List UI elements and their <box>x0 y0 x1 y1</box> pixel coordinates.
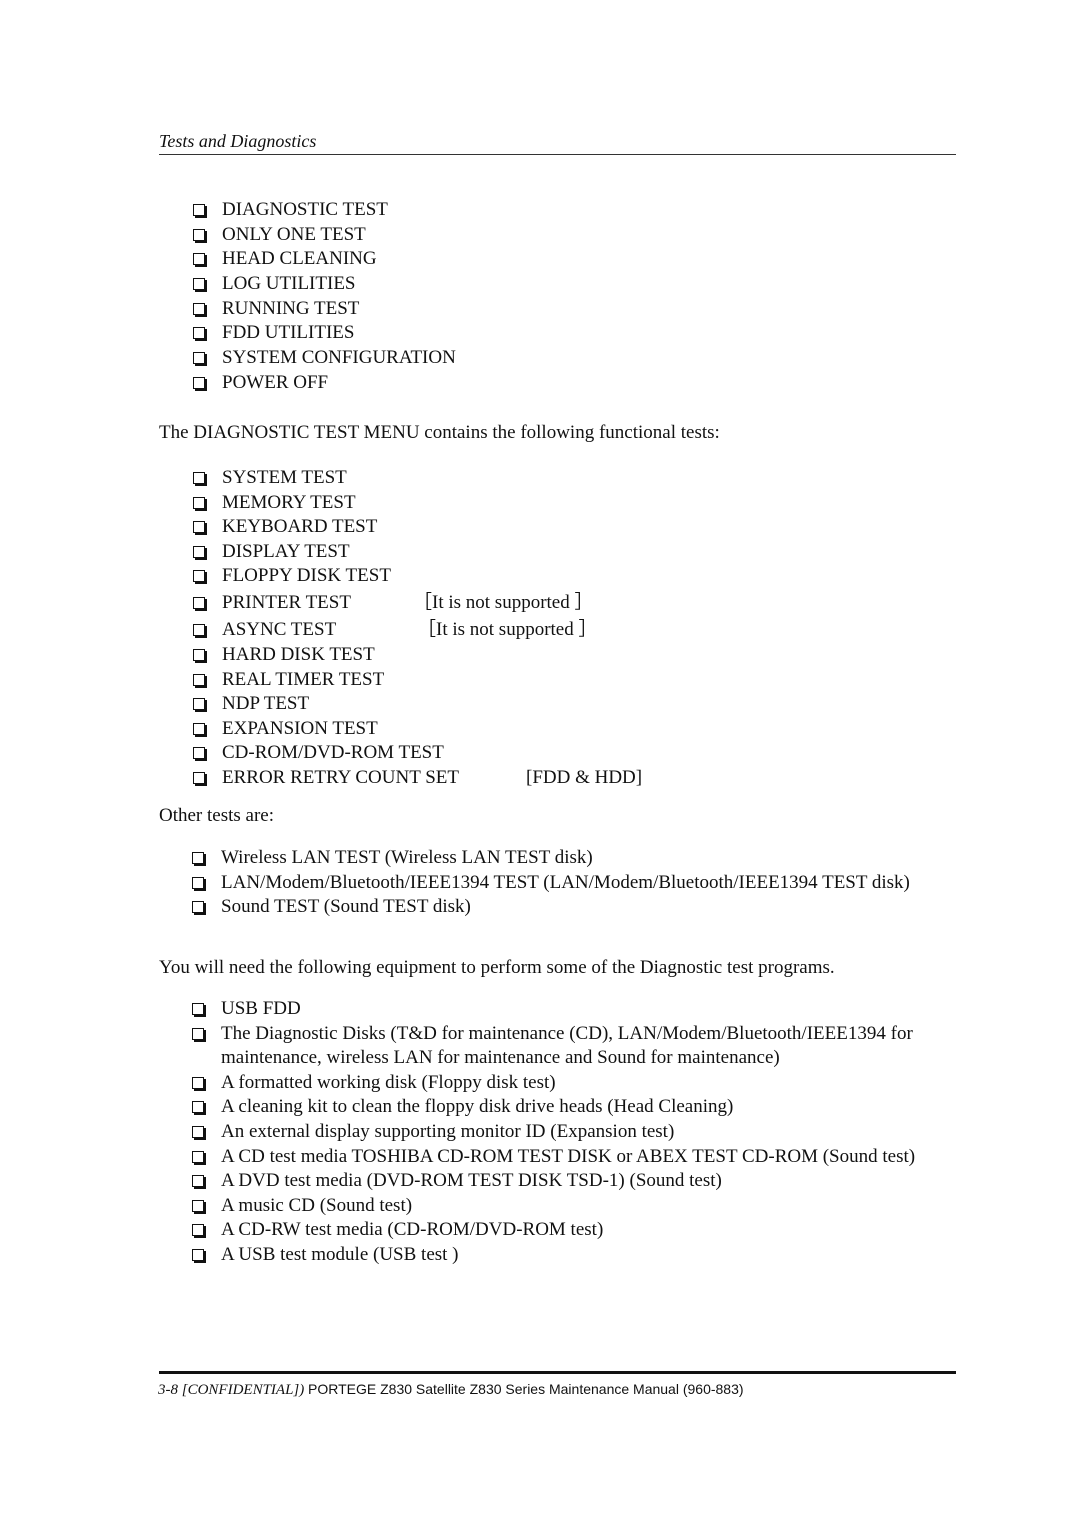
list-item: A USB test module (USB test ) <box>192 1243 937 1268</box>
checkbox-square-icon <box>192 1248 204 1261</box>
checkbox-square-icon <box>193 352 205 365</box>
list-item: A formatted working disk (Floppy disk te… <box>192 1071 937 1096</box>
list-item: A music CD (Sound test) <box>192 1194 937 1219</box>
checkbox-square-icon <box>192 1027 204 1040</box>
list-item: SYSTEM TEST <box>193 466 893 491</box>
checkbox-square-icon <box>193 253 205 266</box>
list-item: FDD UTILITIES <box>193 321 456 346</box>
list-item: DIAGNOSTIC TEST <box>193 198 456 223</box>
not-supported-note: ［It is not supported ］ <box>413 591 594 613</box>
checkbox-square-icon <box>192 1076 204 1089</box>
list-item: A DVD test media (DVD-ROM TEST DISK TSD-… <box>192 1169 937 1194</box>
checkbox-square-icon <box>192 1125 204 1138</box>
checkbox-square-icon <box>192 1150 204 1163</box>
checkbox-square-icon <box>192 901 204 914</box>
checkbox-square-icon <box>193 302 205 315</box>
list-item: EXPANSION TEST <box>193 717 893 742</box>
list-item: Sound TEST (Sound TEST disk) <box>192 895 952 920</box>
list-item: REAL TIMER TEST <box>193 668 893 693</box>
checkbox-square-icon <box>193 747 205 760</box>
checkbox-square-icon <box>193 596 205 609</box>
checkbox-square-icon <box>192 1003 204 1015</box>
list-item: The Diagnostic Disks (T&D for maintenanc… <box>192 1022 937 1071</box>
list-item: ONLY ONE TEST <box>193 223 456 248</box>
other-tests-list: Wireless LAN TEST (Wireless LAN TEST dis… <box>192 846 952 920</box>
intro-paragraph: The DIAGNOSTIC TEST MENU contains the fo… <box>159 422 720 443</box>
list-item: PRINTER TEST ［It is not supported ］ <box>193 589 893 616</box>
checkbox-square-icon <box>193 570 205 583</box>
list-item: A cleaning kit to clean the floppy disk … <box>192 1095 937 1120</box>
list-item: Wireless LAN TEST (Wireless LAN TEST dis… <box>192 846 952 871</box>
footer-rule <box>159 1371 956 1374</box>
list-item: RUNNING TEST <box>193 297 456 322</box>
list-item: POWER OFF <box>193 371 456 396</box>
list-item: KEYBOARD TEST <box>193 515 893 540</box>
checkbox-square-icon <box>193 698 205 711</box>
checkbox-square-icon <box>193 496 205 509</box>
checkbox-square-icon <box>193 545 205 558</box>
checkbox-square-icon <box>192 876 204 889</box>
checkbox-square-icon <box>192 1199 204 1212</box>
list-item: LOG UTILITIES <box>193 272 456 297</box>
checkbox-square-icon <box>193 673 205 686</box>
page-number: 3-8 [CONFIDENTIAL]) <box>158 1382 305 1398</box>
list-item: MEMORY TEST <box>193 491 893 516</box>
checkbox-square-icon <box>193 623 205 636</box>
list-item: A CD test media TOSHIBA CD-ROM TEST DISK… <box>192 1145 937 1170</box>
checkbox-square-icon <box>192 1175 204 1188</box>
list-item: FLOPPY DISK TEST <box>193 564 893 589</box>
checkbox-square-icon <box>193 228 205 241</box>
checkbox-square-icon <box>193 376 205 389</box>
list-item: NDP TEST <box>193 692 893 717</box>
manual-title: PORTEGE Z830 Satellite Z830 Series Maint… <box>308 1381 744 1397</box>
checkbox-square-icon <box>193 204 205 216</box>
equipment-list: USB FDD The Diagnostic Disks (T&D for ma… <box>192 997 937 1268</box>
checkbox-square-icon <box>193 472 205 484</box>
not-supported-note: ［It is not supported ］ <box>417 618 598 640</box>
checkbox-square-icon <box>193 278 205 291</box>
list-item: SYSTEM CONFIGURATION <box>193 346 456 371</box>
functional-tests-list: SYSTEM TEST MEMORY TEST KEYBOARD TEST DI… <box>193 466 893 791</box>
checkbox-square-icon <box>193 722 205 735</box>
other-tests-heading: Other tests are: <box>159 805 275 826</box>
list-item: USB FDD <box>192 997 937 1022</box>
checkbox-square-icon <box>193 521 205 534</box>
page-footer: 3-8 [CONFIDENTIAL]) PORTEGE Z830 Satelli… <box>158 1381 744 1399</box>
list-item: ASYNC TEST ［It is not supported ］ <box>193 616 893 643</box>
checkbox-square-icon <box>192 1224 204 1237</box>
checkbox-square-icon <box>193 327 205 340</box>
equipment-paragraph: You will need the following equipment to… <box>159 957 835 978</box>
list-item: DISPLAY TEST <box>193 540 893 565</box>
checkbox-square-icon <box>193 648 205 661</box>
page-header: Tests and Diagnostics <box>159 130 956 155</box>
list-item: An external display supporting monitor I… <box>192 1120 937 1145</box>
fdd-hdd-note: [FDD & HDD] <box>526 766 643 788</box>
main-menu-list: DIAGNOSTIC TEST ONLY ONE TEST HEAD CLEAN… <box>193 198 456 396</box>
checkbox-square-icon <box>192 1101 204 1114</box>
list-item: A CD-RW test media (CD-ROM/DVD-ROM test) <box>192 1218 937 1243</box>
list-item: HEAD CLEANING <box>193 247 456 272</box>
list-item: CD-ROM/DVD-ROM TEST <box>193 741 893 766</box>
checkbox-square-icon <box>192 852 204 864</box>
list-item: ERROR RETRY COUNT SET [FDD & HDD] <box>193 766 893 791</box>
list-item: LAN/Modem/Bluetooth/IEEE1394 TEST (LAN/M… <box>192 871 952 896</box>
checkbox-square-icon <box>193 771 205 784</box>
list-item: HARD DISK TEST <box>193 643 893 668</box>
